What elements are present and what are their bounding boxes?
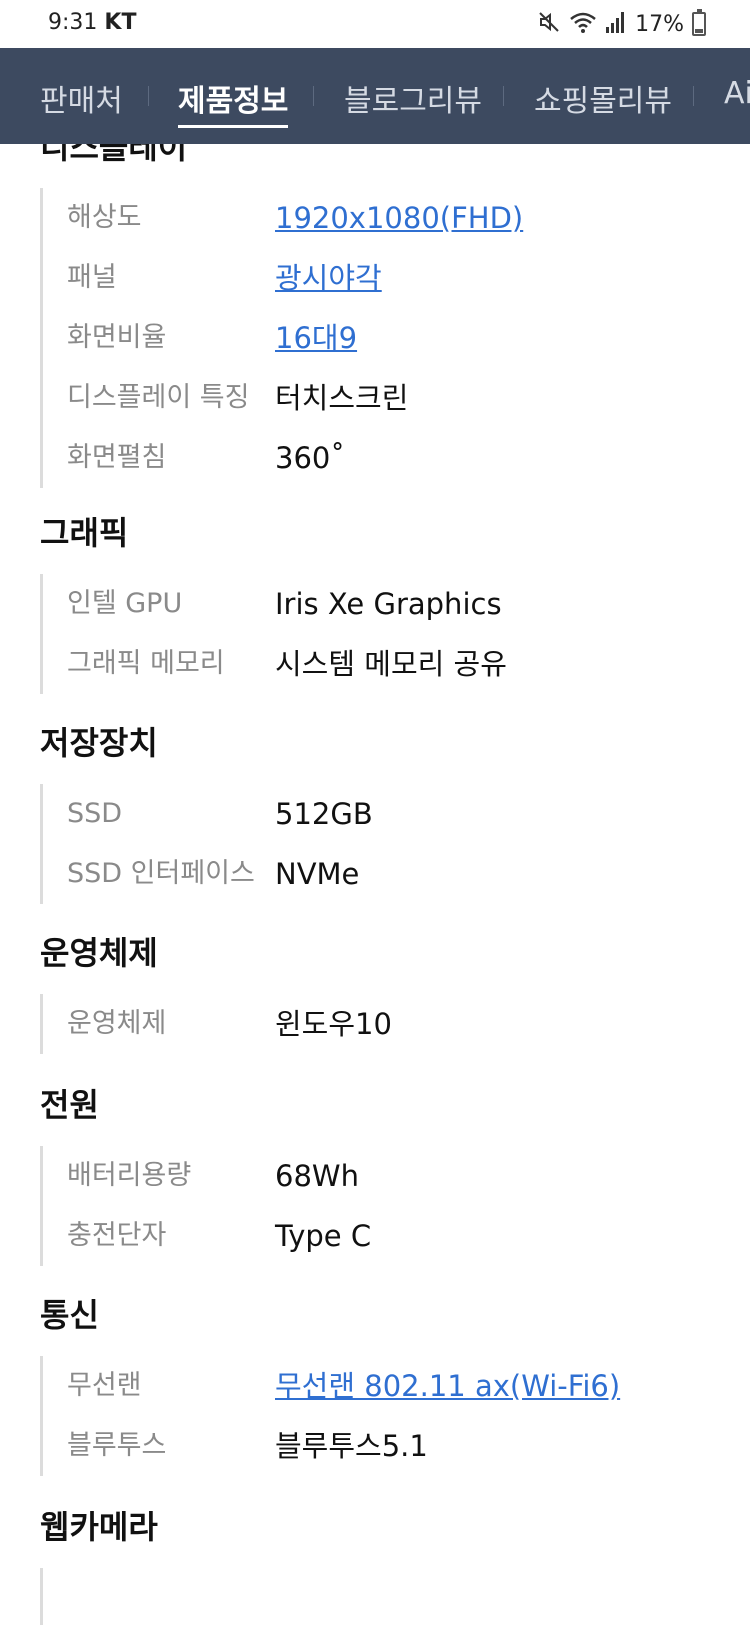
section-title-graphics: 그래픽 (40, 514, 129, 552)
spec-row: 운영체제 윈도우10 (43, 994, 720, 1054)
tab-divider (503, 86, 504, 106)
spec-row: 화면비율 16대9 (43, 308, 720, 368)
spec-row: SSD 512GB (43, 784, 720, 844)
tab-ai[interactable]: Ai (724, 76, 750, 111)
spec-label: SSD 인터페이스 (67, 858, 255, 889)
spec-value: 68Wh (275, 1159, 359, 1193)
section-title-os: 운영체제 (40, 934, 158, 972)
spec-label: 디스플레이 특징 (67, 382, 250, 413)
section-title-webcam: 웹카메라 (40, 1508, 158, 1546)
spec-row: 그래픽 메모리 시스템 메모리 공유 (43, 634, 720, 694)
spec-value: 512GB (275, 797, 373, 831)
spec-value-link[interactable]: 무선랜 802.11 ax(Wi-Fi6) (275, 1356, 620, 1416)
spec-label: 무선랜 (67, 1370, 142, 1401)
spec-group-graphics: 인텔 GPU Iris Xe Graphics 그래픽 메모리 시스템 메모리 … (40, 574, 720, 694)
tab-mall-reviews[interactable]: 쇼핑몰리뷰 (534, 76, 672, 120)
product-spec-content: 디스플레이 해상도 1920x1080(FHD) 패널 광시야각 화면비율 16… (0, 144, 750, 1625)
spec-value: 터치스크린 (275, 381, 409, 415)
spec-label: 블루투스 (67, 1430, 167, 1461)
spec-row: 충전단자 Type C (43, 1206, 720, 1266)
signal-icon (605, 10, 627, 38)
clock: 9:31 (48, 10, 98, 35)
spec-value: NVMe (275, 857, 360, 891)
spec-row: 화면펼침 360˚ (43, 428, 720, 488)
spec-value: Iris Xe Graphics (275, 587, 502, 621)
section-title-power: 전원 (40, 1086, 99, 1124)
spec-value: 윈도우10 (275, 1007, 392, 1041)
spec-row: 배터리용량 68Wh (43, 1146, 720, 1206)
section-title-storage: 저장장치 (40, 724, 158, 762)
spec-label: 배터리용량 (67, 1160, 192, 1191)
spec-label: 화면펼침 (67, 442, 167, 473)
tab-blog-reviews[interactable]: 블로그리뷰 (344, 76, 482, 120)
spec-value: 블루투스5.1 (275, 1429, 428, 1463)
spec-row: 해상도 1920x1080(FHD) (43, 188, 720, 248)
spec-label: 그래픽 메모리 (67, 648, 225, 679)
tab-sellers[interactable]: 판매처 (40, 76, 123, 120)
tab-product-info[interactable]: 제품정보 (178, 76, 289, 128)
carrier: KT (104, 10, 137, 35)
tab-divider (148, 86, 149, 106)
spec-group-network: 무선랜 무선랜 802.11 ax(Wi-Fi6) 블루투스 블루투스5.1 (40, 1356, 720, 1476)
spec-value: 360˚ (275, 441, 345, 475)
spec-group-os: 운영체제 윈도우10 (40, 994, 720, 1054)
section-title-network: 통신 (40, 1296, 99, 1334)
spec-label: 패널 (67, 262, 117, 293)
battery-icon (692, 9, 706, 36)
spec-group-storage: SSD 512GB SSD 인터페이스 NVMe (40, 784, 720, 904)
spec-group-display: 해상도 1920x1080(FHD) 패널 광시야각 화면비율 16대9 디스플… (40, 188, 720, 488)
spec-row: 패널 광시야각 (43, 248, 720, 308)
mute-icon (537, 10, 561, 38)
spec-row: 블루투스 블루투스5.1 (43, 1416, 720, 1476)
status-icons: 17% (537, 9, 706, 38)
wifi-icon (569, 10, 597, 38)
section-title-display: 디스플레이 (40, 144, 188, 166)
spec-group-webcam (40, 1568, 720, 1625)
spec-value-link[interactable]: 광시야각 (275, 248, 382, 308)
spec-label: 화면비율 (67, 322, 167, 353)
spec-value-link[interactable]: 1920x1080(FHD) (275, 188, 523, 248)
spec-row: 인텔 GPU Iris Xe Graphics (43, 574, 720, 634)
status-bar: 9:31 KT 17% (0, 0, 750, 48)
spec-value-link[interactable]: 16대9 (275, 308, 357, 368)
spec-value: Type C (275, 1219, 372, 1253)
battery-percent: 17% (635, 11, 684, 37)
spec-row: 무선랜 무선랜 802.11 ax(Wi-Fi6) (43, 1356, 720, 1416)
spec-value: 시스템 메모리 공유 (275, 647, 507, 681)
status-time: 9:31 KT (48, 10, 136, 35)
spec-label: 인텔 GPU (67, 588, 183, 619)
spec-label: 운영체제 (67, 1008, 167, 1039)
tab-divider (693, 86, 694, 106)
spec-row: 디스플레이 특징 터치스크린 (43, 368, 720, 428)
tab-divider (313, 86, 314, 106)
spec-label: 충전단자 (67, 1220, 167, 1251)
spec-group-power: 배터리용량 68Wh 충전단자 Type C (40, 1146, 720, 1266)
tab-bar: 판매처 제품정보 블로그리뷰 쇼핑몰리뷰 Ai (0, 48, 750, 144)
spec-label: SSD (67, 798, 123, 829)
spec-label: 해상도 (67, 202, 142, 233)
spec-row: SSD 인터페이스 NVMe (43, 844, 720, 904)
